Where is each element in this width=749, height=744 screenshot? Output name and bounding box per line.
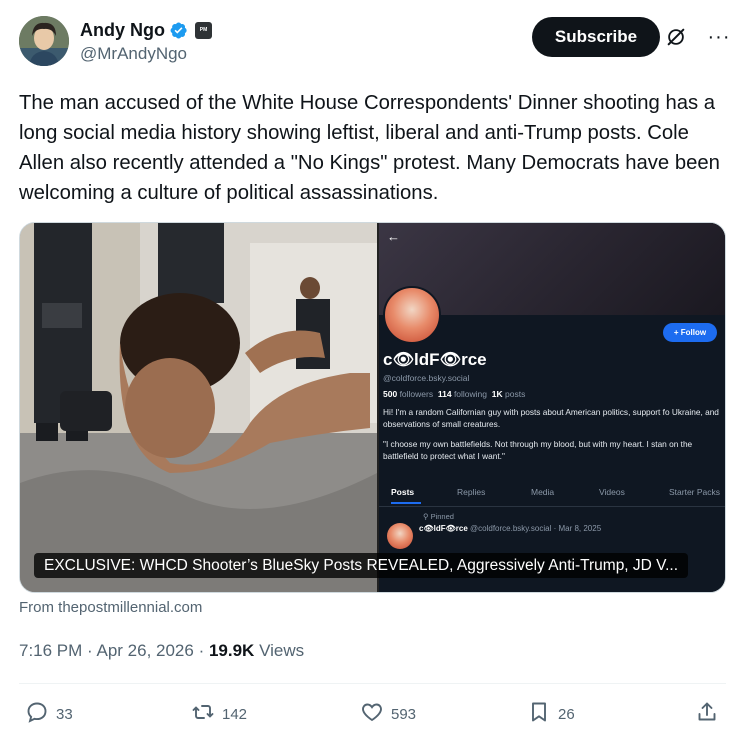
actions-divider — [19, 683, 726, 684]
bio-line-1: Hi! I'm a random Californian guy with po… — [383, 407, 719, 429]
bluesky-profile-screenshot: ← + Follow c👁ldF👁rce @coldforce.bsky.soc… — [379, 223, 725, 592]
share-icon — [695, 700, 719, 728]
bluesky-tab-starter-packs: Starter Packs — [669, 487, 721, 497]
tweet-date[interactable]: Apr 26, 2026 — [96, 641, 193, 660]
back-arrow-icon: ← — [387, 229, 400, 244]
tweet-text: The man accused of the White House Corre… — [19, 92, 720, 204]
card-source-link[interactable]: From thepostmillennial.com — [19, 599, 202, 616]
following-label: following — [453, 389, 488, 399]
bluesky-tabs: Posts Replies Media Videos Starter Packs — [379, 483, 725, 505]
tab-underline — [391, 502, 421, 504]
posts-count: 1K — [491, 389, 503, 399]
following-count: 114 — [437, 389, 452, 399]
bluesky-display-name: c👁ldF👁rce — [383, 350, 487, 369]
bluesky-bio: Hi! I'm a random Californian guy with po… — [383, 406, 725, 462]
post-meta: @coldforce.bsky.social · Mar 8, 2025 — [470, 524, 602, 533]
author-handle[interactable]: @MrAndyNgo — [80, 44, 212, 64]
like-count: 593 — [391, 705, 417, 723]
views-count: 19.9K — [208, 641, 255, 660]
post-header: c👁ldF👁rce @coldforce.bsky.social · Mar 8… — [419, 524, 601, 533]
heart-icon — [360, 700, 384, 728]
link-card-media[interactable]: ← + Follow c👁ldF👁rce @coldforce.bsky.soc… — [19, 222, 726, 593]
bluesky-avatar — [383, 286, 441, 344]
repost-button[interactable]: 142 — [191, 700, 247, 728]
bookmark-button[interactable]: 26 — [527, 700, 575, 728]
post-avatar — [387, 523, 413, 549]
card-caption[interactable]: EXCLUSIVE: WHCD Shooter’s BlueSky Posts … — [34, 553, 689, 578]
tweet-time[interactable]: 7:16 PM — [19, 641, 82, 660]
followers-label: followers — [399, 389, 434, 399]
arrest-photo — [20, 223, 377, 592]
like-button[interactable]: 593 — [360, 700, 416, 728]
affiliation-badge-icon[interactable]: PM — [195, 21, 212, 39]
author-info: Andy Ngo PM @MrAndyNgo — [80, 18, 212, 64]
reply-button[interactable]: 33 — [25, 700, 73, 728]
bluesky-tab-videos: Videos — [599, 487, 625, 497]
grok-icon[interactable] — [665, 26, 687, 48]
author-name[interactable]: Andy Ngo — [80, 20, 165, 41]
reply-icon — [25, 700, 49, 728]
tweet-meta: 7:16 PM · Apr 26, 2026 · 19.9K Views — [19, 641, 305, 660]
divider — [379, 506, 725, 507]
pinned-label: ⚲ Pinned — [423, 512, 454, 521]
share-button[interactable] — [695, 700, 719, 728]
author-avatar[interactable] — [19, 16, 69, 66]
reply-count: 33 — [56, 705, 73, 723]
subscribe-button[interactable]: Subscribe — [532, 17, 660, 57]
bluesky-stats: 500 followers 114 following 1K posts — [383, 389, 525, 399]
repost-count: 142 — [222, 705, 248, 723]
bluesky-handle: @coldforce.bsky.social — [383, 373, 470, 383]
bluesky-tab-replies: Replies — [457, 487, 486, 497]
action-bar: 33 142 593 26 — [19, 700, 726, 730]
views-label: Views — [259, 641, 305, 660]
posts-label: posts — [505, 389, 526, 399]
bluesky-follow-button: + Follow — [663, 323, 717, 342]
followers-count: 500 — [383, 389, 398, 399]
more-options-icon[interactable]: ··· — [707, 26, 731, 48]
post-author: c👁ldF👁rce — [419, 524, 468, 533]
bookmark-count: 26 — [558, 705, 575, 723]
bluesky-tab-posts: Posts — [391, 487, 415, 497]
repost-icon — [191, 700, 215, 728]
tweet-header: Andy Ngo PM @MrAndyNgo Subscribe ··· — [19, 14, 731, 70]
bluesky-tab-media: Media — [531, 487, 555, 497]
bookmark-icon — [527, 700, 551, 728]
verified-badge-icon[interactable] — [169, 21, 188, 40]
bio-line-2: "I choose my own battlefields. Not throu… — [383, 439, 693, 461]
